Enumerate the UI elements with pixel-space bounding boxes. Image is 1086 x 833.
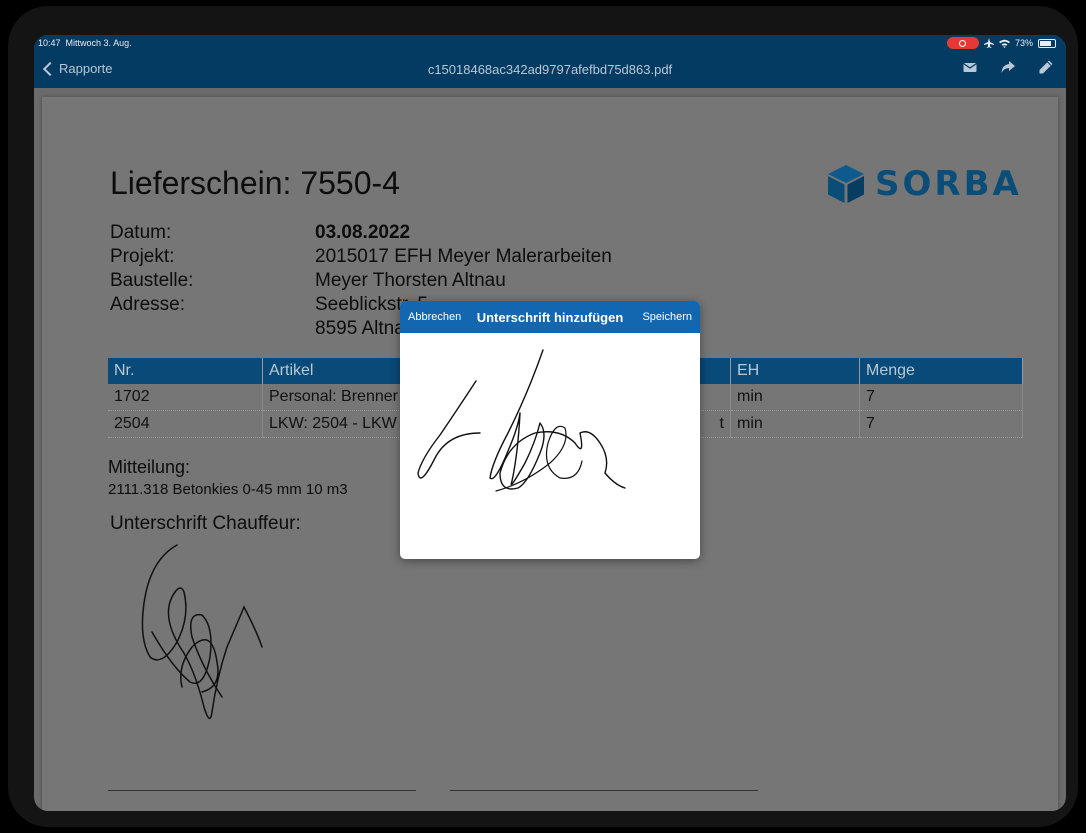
save-button[interactable]: Speichern — [642, 311, 692, 323]
column-header-menge: Menge — [859, 358, 1023, 384]
cube-logo-icon — [828, 165, 864, 203]
projekt-label: Projekt: — [110, 246, 175, 267]
share-icon[interactable] — [1000, 59, 1016, 75]
table-cell: 7 — [859, 410, 1023, 438]
datum-label: Datum: — [110, 222, 172, 243]
mitteilung-text: 2111.318 Betonkies 0-45 mm 10 m3 — [108, 481, 348, 498]
table-cell: min — [730, 410, 860, 438]
adresse-label: Adresse: — [110, 294, 185, 315]
signature-label: Unterschrift Chauffeur: — [110, 513, 301, 534]
column-header-nr: Nr. — [108, 358, 263, 384]
signature-pad[interactable] — [400, 333, 700, 559]
status-time: 10:47 — [38, 38, 61, 48]
logo-wordmark: SORBA — [875, 164, 1022, 204]
page-title: Lieferschein: 7550-4 — [110, 165, 400, 201]
table-cell: 1702 — [108, 384, 263, 411]
status-time-date: 10:47 Mittwoch 3. Aug. — [38, 38, 132, 48]
record-icon[interactable] — [946, 37, 979, 49]
table-cell: 2504 — [108, 410, 263, 438]
ipad-frame: 10:47 Mittwoch 3. Aug. 73% Rapporte c150… — [8, 6, 1078, 827]
wifi-icon — [998, 39, 1010, 48]
baustelle-label: Baustelle: — [110, 270, 194, 291]
status-indicators: 73% — [946, 37, 1056, 49]
screen: 10:47 Mittwoch 3. Aug. 73% Rapporte c150… — [34, 35, 1066, 811]
document-title: c15018468ac342ad9797afefbd75d863.pdf — [427, 62, 673, 77]
baustelle-value: Meyer Thorsten Altnau — [315, 270, 506, 291]
battery-percent: 73% — [1014, 38, 1033, 48]
nav-actions — [962, 59, 1054, 75]
table-cell: min — [730, 384, 860, 411]
mitteilung-label: Mitteilung: — [108, 457, 191, 477]
status-date: Mittwoch 3. Aug. — [65, 38, 132, 48]
pencil-icon[interactable] — [1038, 59, 1054, 75]
airplane-icon — [983, 38, 994, 48]
signature-line-right — [450, 790, 758, 791]
projekt-value: 2015017 EFH Meyer Malerarbeiten — [315, 246, 612, 267]
battery-icon — [1038, 38, 1056, 48]
signature-line-left — [108, 790, 416, 791]
dialog-header: Abbrechen Unterschrift hinzufügen Speich… — [400, 301, 700, 333]
datum-value: 03.08.2022 — [315, 222, 411, 243]
sorba-logo: SORBA — [825, 163, 1022, 205]
table-cell: 7 — [859, 384, 1023, 411]
signature-dialog: Abbrechen Unterschrift hinzufügen Speich… — [400, 301, 700, 559]
navigation-bar: 10:47 Mittwoch 3. Aug. 73% Rapporte c150… — [34, 35, 1066, 88]
chauffeur-signature — [141, 544, 263, 720]
column-header-eh: EH — [730, 358, 860, 384]
mail-icon[interactable] — [962, 59, 978, 75]
